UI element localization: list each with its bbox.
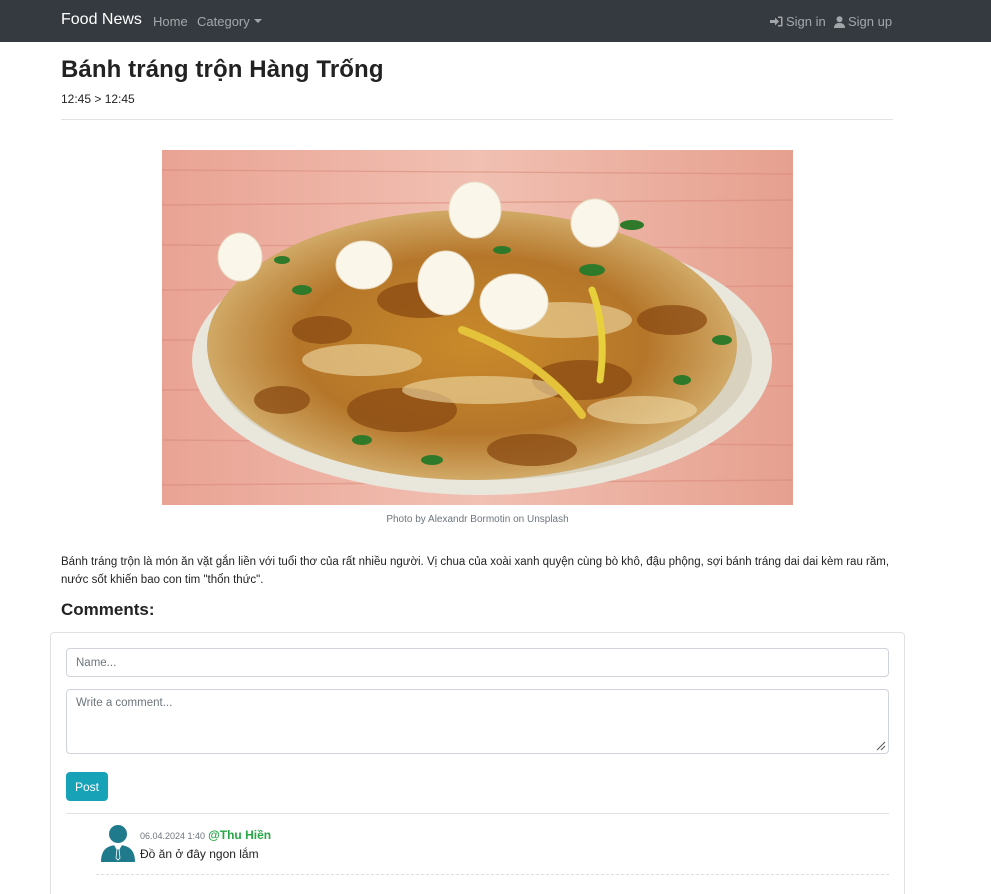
- sign-up-link[interactable]: Sign up: [834, 14, 892, 29]
- image-caption: Photo by Alexandr Bormotin on Unsplash: [386, 514, 569, 525]
- navbar: Food News Home Category Sign in Sign up: [0, 0, 991, 42]
- article-time: 12:45 > 12:45: [61, 92, 135, 106]
- article-description: Bánh tráng trộn là món ăn vặt gắn liền v…: [61, 556, 890, 586]
- sign-in-label: Sign in: [786, 14, 826, 29]
- sign-in-link[interactable]: Sign in: [770, 14, 826, 29]
- brand-link[interactable]: Food News: [61, 11, 142, 29]
- name-input[interactable]: [66, 648, 889, 677]
- nav-category-dropdown[interactable]: Category: [197, 14, 262, 29]
- comment-divider: [96, 874, 889, 875]
- comment-textarea[interactable]: [66, 689, 889, 754]
- sign-up-label: Sign up: [848, 14, 893, 29]
- chevron-down-icon: [253, 19, 262, 23]
- resize-handle-icon[interactable]: [875, 740, 886, 751]
- user-avatar-icon: [101, 825, 135, 862]
- user-icon: [834, 15, 845, 28]
- nav-category-label: Category: [197, 14, 250, 29]
- post-button[interactable]: Post: [66, 772, 108, 801]
- nav-home-link[interactable]: Home: [153, 14, 188, 29]
- comment-date: 06.04.2024 1:40: [140, 831, 206, 841]
- article-image: [162, 150, 793, 505]
- comment-text: Đồ ăn ở đây ngon lắm: [140, 847, 259, 861]
- comment-meta: 06.04.2024 1:40 @Thu Hiền: [140, 828, 271, 842]
- divider: [66, 813, 889, 814]
- sign-in-icon: [770, 16, 783, 27]
- article-title: Bánh tráng trộn Hàng Trống: [61, 56, 384, 83]
- divider: [61, 119, 893, 120]
- comment-username[interactable]: @Thu Hiền: [208, 828, 271, 842]
- comments-heading: Comments:: [61, 600, 155, 619]
